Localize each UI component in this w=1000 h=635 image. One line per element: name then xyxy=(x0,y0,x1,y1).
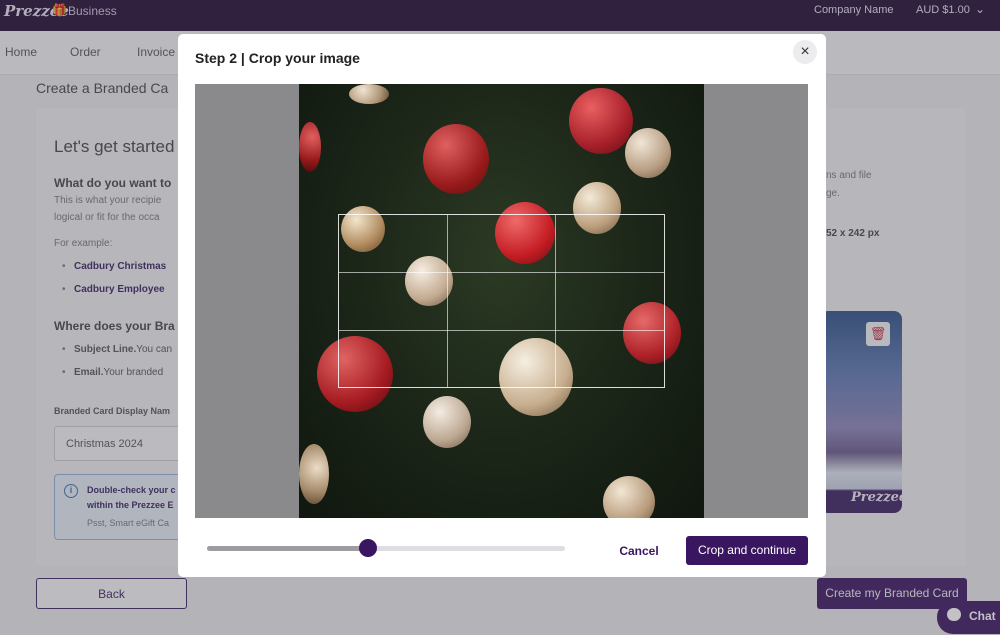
crop-and-continue-button[interactable]: Crop and continue xyxy=(686,536,808,565)
modal-title: Step 2 | Crop your image xyxy=(195,50,360,66)
ornament xyxy=(423,124,489,194)
ornament xyxy=(423,396,471,448)
crop-canvas[interactable] xyxy=(195,84,808,518)
crop-selection[interactable] xyxy=(338,214,665,388)
ornament xyxy=(349,84,389,104)
zoom-slider-fill xyxy=(207,546,369,551)
grid-line xyxy=(339,329,664,331)
ornament xyxy=(299,122,321,172)
ornament xyxy=(569,88,633,154)
ornament xyxy=(603,476,655,518)
close-icon[interactable]: × xyxy=(793,40,817,64)
ornament xyxy=(299,444,329,504)
crop-modal: Step 2 | Crop your image × Cancel Crop a… xyxy=(178,34,826,577)
grid-line xyxy=(555,215,557,387)
ornament xyxy=(625,128,671,178)
grid-line xyxy=(447,215,449,387)
zoom-slider-handle[interactable] xyxy=(359,539,378,557)
grid-line xyxy=(339,272,664,274)
cancel-button[interactable]: Cancel xyxy=(599,536,679,566)
zoom-slider[interactable] xyxy=(207,546,565,551)
